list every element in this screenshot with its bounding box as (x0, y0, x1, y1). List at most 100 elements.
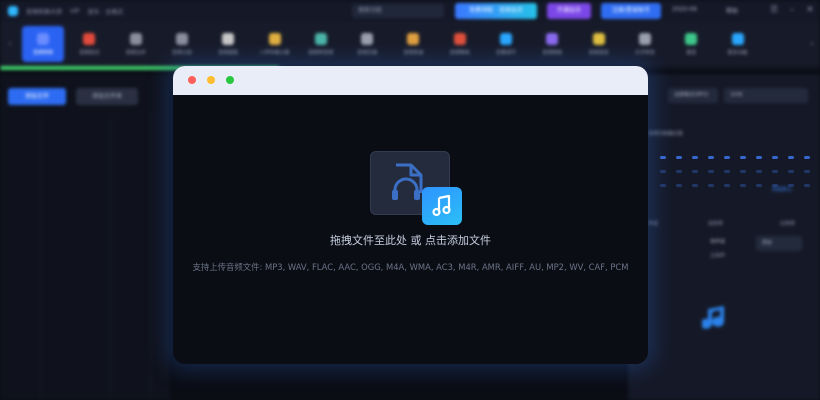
tool-icon (685, 32, 698, 45)
file-list-panel: 添加文件 添加文件夹 (0, 74, 170, 400)
tool-item[interactable]: 音频提取 (207, 26, 249, 62)
scroll-left-icon[interactable]: ‹ (4, 38, 16, 50)
status-text: 2020-06 (672, 6, 698, 13)
eq-slider[interactable] (724, 184, 730, 187)
tool-item[interactable]: 人声伴奏分离 (254, 26, 296, 62)
settings-panel: 格式 全部格式(MP3) 320K 音频均衡器设置 声道 采样率 比特率 单声道… (628, 74, 820, 400)
tool-icon (500, 32, 512, 45)
tool-icon (546, 32, 559, 45)
tool-item[interactable]: 音频转换 (22, 26, 64, 62)
eq-slider[interactable] (756, 170, 762, 173)
eq-slider[interactable] (692, 170, 698, 173)
eq-slider[interactable] (724, 170, 730, 173)
tool-label: 音频混音 (588, 49, 609, 56)
tool-item[interactable]: 音频降噪 (439, 26, 481, 62)
eq-slider[interactable] (788, 170, 794, 173)
app-version: VIP (70, 7, 80, 15)
tool-item[interactable]: 音频混音 (578, 26, 620, 62)
eq-slider[interactable] (756, 156, 762, 159)
supported-formats-text: 支持上传音频文件: MP3, WAV, FLAC, AAC, OGG, M4A,… (192, 262, 629, 272)
tool-icon (638, 32, 651, 45)
login-button[interactable]: 注册/登录账号 (601, 3, 661, 19)
eq-slider[interactable] (772, 156, 778, 159)
tool-item[interactable]: 音频倒放 (531, 26, 573, 62)
drop-zone-title[interactable]: 拖拽文件至此处 或 点击添加文件 (173, 232, 648, 248)
free-vip-button[interactable]: 免费领取 · 音频会员 (455, 3, 537, 19)
eq-slider[interactable] (740, 170, 746, 173)
maximize-window-icon[interactable] (226, 76, 234, 84)
tool-icon (731, 32, 744, 45)
eq-slider[interactable] (788, 156, 794, 159)
tool-item[interactable]: 音频变速 (392, 26, 434, 62)
close-window-icon[interactable] (188, 76, 196, 84)
tool-label: 音频剪切 (79, 49, 100, 56)
tool-icon (407, 32, 420, 45)
tool-item[interactable]: 文字转音 (624, 26, 666, 62)
add-file-button[interactable]: 添加文件 (8, 88, 66, 105)
tool-item[interactable]: 视频转音频 (300, 26, 342, 62)
tool-item[interactable]: 录音 (670, 26, 712, 62)
tool-item[interactable]: 音量调节 (485, 26, 527, 62)
music-logo-icon (702, 306, 724, 329)
tool-label: 音频降噪 (449, 49, 470, 56)
music-note-icon (422, 187, 462, 225)
minimize-window-icon[interactable] (207, 76, 215, 84)
tool-icon (129, 32, 142, 45)
add-folder-button[interactable]: 添加文件夹 (76, 88, 138, 105)
help-link[interactable]: 帮助 (726, 6, 738, 15)
tool-item[interactable]: 音频分割 (161, 26, 203, 62)
minimize-icon[interactable]: – (786, 4, 798, 16)
tool-label: 更多功能 (727, 49, 748, 56)
eq-slider[interactable] (660, 184, 666, 187)
open-vip-button[interactable]: 开通会员 (547, 3, 591, 19)
tool-item[interactable]: 音频剪切 (68, 26, 110, 62)
tool-bar: ‹ 音频转换 音频剪切 音频合并 音频分割 音频提取 人声伴奏分离 视频转音频 音频压缩 音频变… (0, 22, 820, 66)
reset-link[interactable]: 恢复默认 (772, 186, 792, 193)
eq-slider[interactable] (804, 156, 810, 159)
eq-slider[interactable] (772, 184, 778, 187)
eq-slider[interactable] (676, 184, 682, 187)
scroll-right-icon[interactable]: › (806, 38, 818, 50)
tool-icon (83, 32, 96, 45)
menu-icon[interactable]: ☰ (768, 4, 780, 16)
eq-slider[interactable] (804, 170, 810, 173)
tool-icon (314, 32, 327, 45)
eq-slider[interactable] (708, 156, 714, 159)
search-input[interactable]: 搜索功能 (352, 4, 444, 18)
tool-label: 音量调节 (495, 49, 516, 56)
eq-slider[interactable] (676, 156, 682, 159)
eq-slider[interactable] (660, 156, 666, 159)
eq-slider[interactable] (708, 170, 714, 173)
eq-slider[interactable] (708, 184, 714, 187)
eq-slider[interactable] (740, 156, 746, 159)
tool-item[interactable]: 音频压缩 (346, 26, 388, 62)
eq-slider[interactable] (660, 170, 666, 173)
eq-slider[interactable] (692, 156, 698, 159)
eq-slider[interactable] (692, 184, 698, 187)
tool-label: 音频转换 (32, 49, 53, 56)
eq-slider[interactable] (772, 170, 778, 173)
tool-item[interactable]: 更多功能 (717, 26, 759, 62)
quality-select[interactable]: 320K (724, 88, 808, 103)
eq-slider[interactable] (740, 184, 746, 187)
eq-slider[interactable] (724, 156, 730, 159)
bitrate-label: 比特率 (780, 221, 796, 227)
app-subtitle: 音乐 · 全格式 (87, 8, 124, 16)
upload-dialog: 拖拽文件至此处 或 点击添加文件 支持上传音频文件: MP3, WAV, FLA… (173, 66, 648, 364)
app-name: 音频转换大师 (26, 8, 63, 16)
tool-label: 音频提取 (218, 49, 239, 56)
equalizer-label: 音频均衡器设置 (648, 131, 684, 137)
eq-slider[interactable] (788, 184, 794, 187)
tool-label: 录音 (686, 49, 697, 56)
radio-stereo[interactable]: 立体声 (710, 252, 725, 266)
eq-slider[interactable] (756, 184, 762, 187)
tool-item[interactable]: 音频合并 (115, 26, 157, 62)
bitrate-select[interactable]: 原始 (756, 236, 802, 251)
divider (40, 114, 41, 400)
tool-label: 人声伴奏分离 (259, 49, 290, 56)
radio-mono[interactable]: 单声道 (710, 238, 725, 252)
close-icon[interactable]: ✕ (804, 4, 816, 16)
eq-slider[interactable] (676, 170, 682, 173)
eq-slider[interactable] (804, 184, 810, 187)
format-select[interactable]: 全部格式(MP3) (668, 88, 718, 103)
